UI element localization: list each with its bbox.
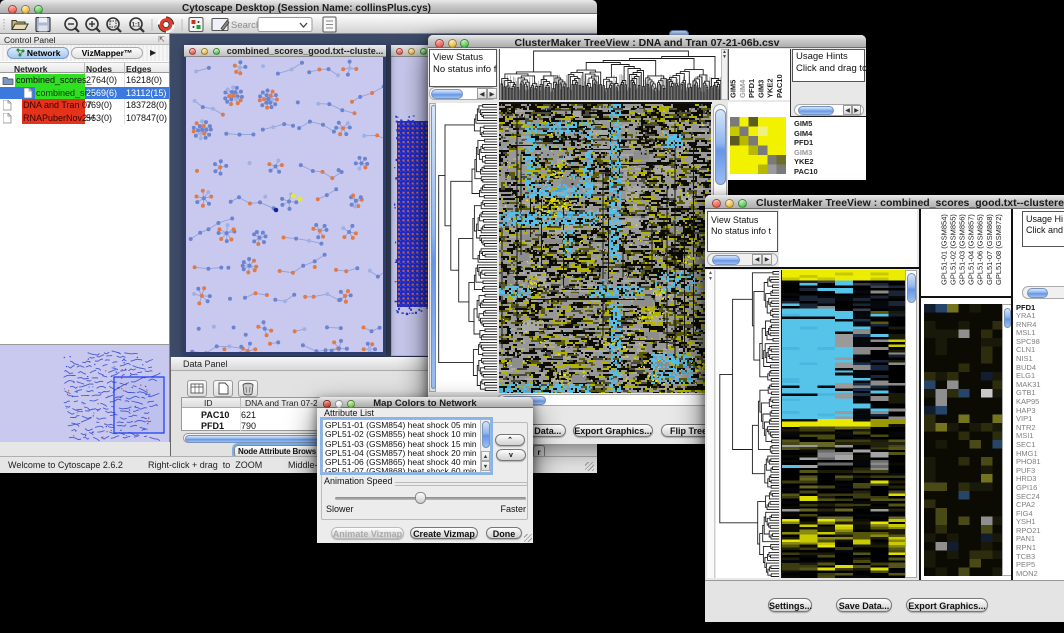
- svg-text:1:1: 1:1: [132, 23, 141, 29]
- svg-text:PFD1: PFD1: [747, 79, 756, 98]
- svg-text:GIM4: GIM4: [738, 79, 747, 98]
- svg-text:GPL51-04 (GSM857): GPL51-04 (GSM857): [967, 214, 976, 285]
- svg-text:PAC10: PAC10: [775, 74, 784, 98]
- svg-text:YKE2: YKE2: [766, 78, 775, 98]
- svg-text:GPL51-02 (GSM855): GPL51-02 (GSM855): [949, 214, 958, 285]
- svg-text:GPL51-06 (GSM865): GPL51-06 (GSM865): [976, 214, 985, 285]
- svg-text:GPL51-07 (GSM868): GPL51-07 (GSM868): [985, 214, 994, 285]
- svg-text:GIM3: GIM3: [756, 80, 765, 98]
- svg-text:GPL51-03 (GSM856): GPL51-03 (GSM856): [958, 214, 967, 285]
- svg-text:GPL51-08 (GSM872): GPL51-08 (GSM872): [994, 214, 1003, 285]
- svg-text:GIM5: GIM5: [729, 80, 738, 98]
- svg-text:GPL51-01 (GSM854): GPL51-01 (GSM854): [940, 214, 949, 285]
